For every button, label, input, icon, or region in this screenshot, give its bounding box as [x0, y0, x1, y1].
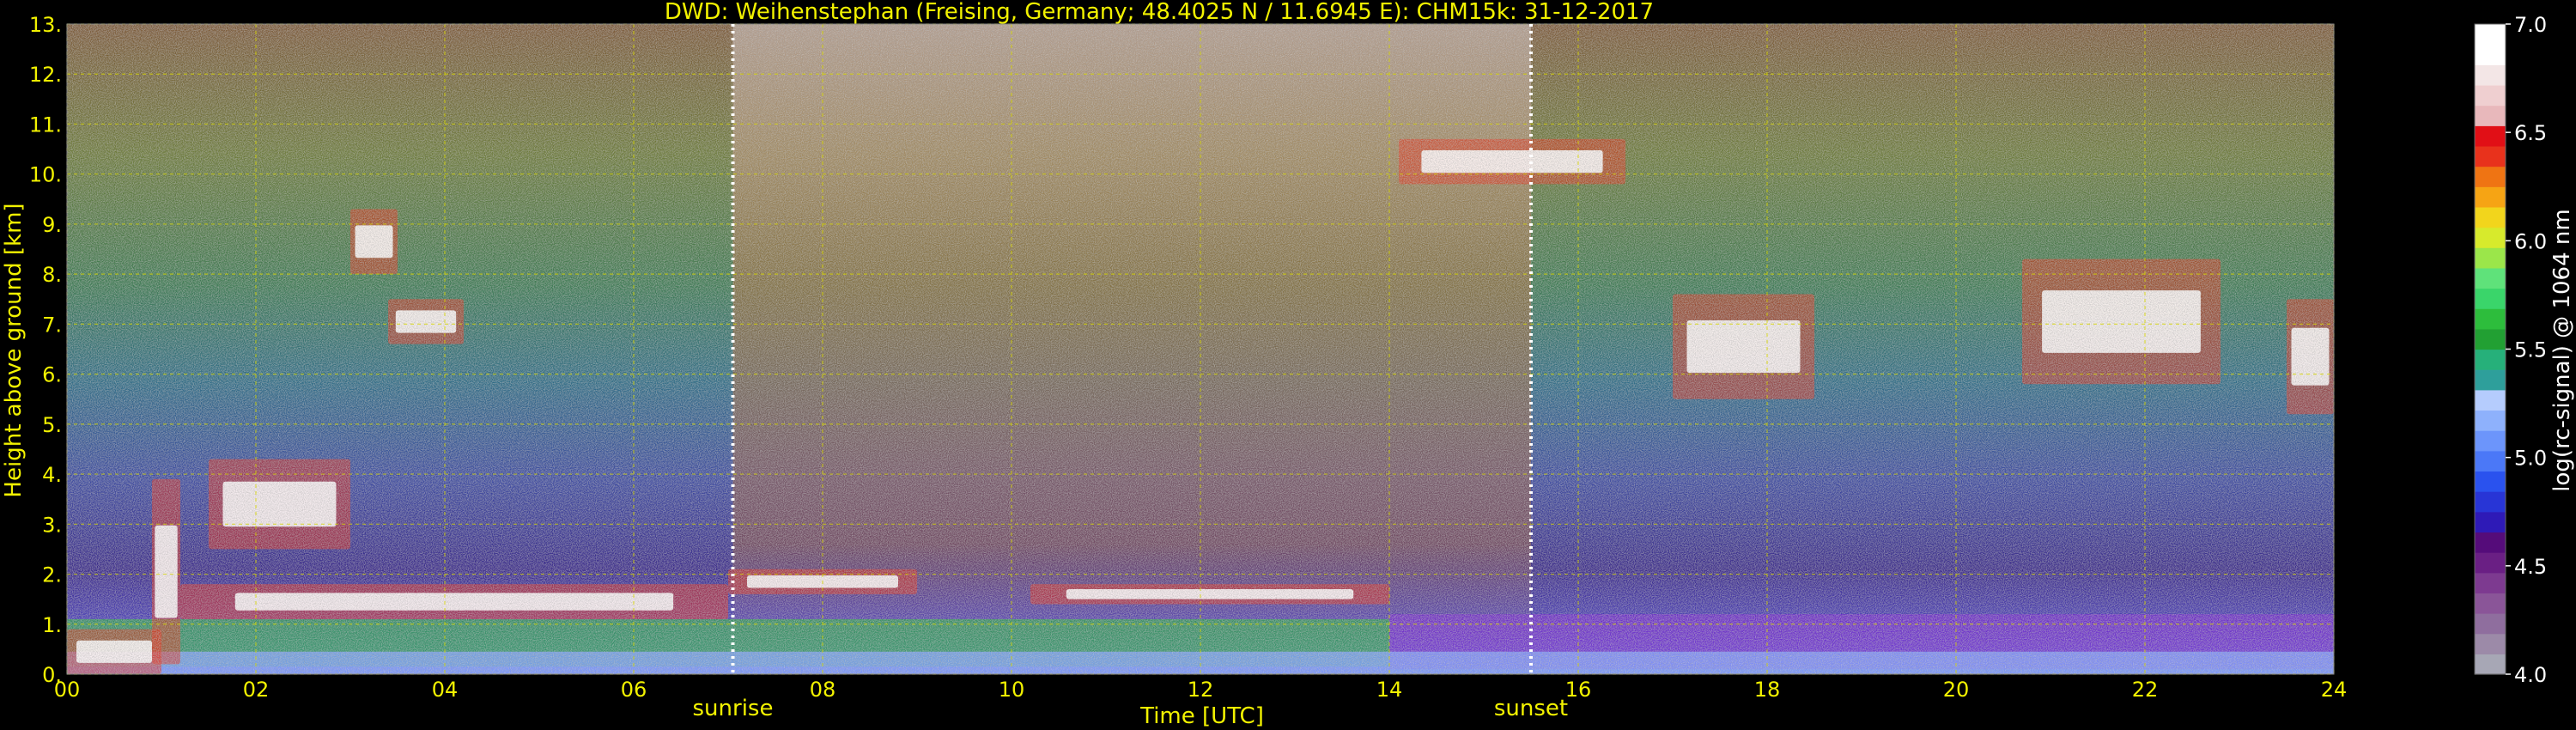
- y-axis-ticks: 0. 1. 2. 3. 4. 5. 6. 7. 8. 9. 10. 11. 12. 13.: [29, 13, 62, 687]
- colorbar-segment: [2475, 105, 2506, 126]
- colorbar-segment: [2475, 633, 2506, 654]
- colorbar-segment: [2475, 206, 2506, 228]
- x-tick-label: 16: [1565, 678, 1592, 702]
- sunrise-label: sunrise: [693, 696, 774, 721]
- y-tick-label: 10.: [29, 163, 62, 187]
- colorbar-segment: [2475, 247, 2506, 269]
- x-tick-label: 12: [1188, 678, 1214, 702]
- y-tick-label: 5.: [42, 413, 62, 437]
- colorbar-segment: [2475, 654, 2506, 675]
- x-axis-ticks: 00 02 04 06 08 10 12 14 16 18 20 22 24: [54, 678, 2348, 702]
- colorbar-segment: [2475, 572, 2506, 593]
- colorbar-segment: [2475, 349, 2506, 370]
- colorbar-segment: [2475, 450, 2506, 472]
- colorbar-segment: [2475, 44, 2506, 65]
- colorbar-segment: [2475, 532, 2506, 553]
- colorbar-ticks: 4.0 4.5 5.0 5.5 6.0 6.5 7.0: [2506, 13, 2547, 687]
- colorbar-segment: [2475, 410, 2506, 431]
- colorbar-segment: [2475, 24, 2506, 46]
- x-tick-label: 20: [1943, 678, 1970, 702]
- y-tick-label: 9.: [42, 213, 62, 237]
- x-tick-label: 18: [1754, 678, 1781, 702]
- x-tick-label: 14: [1376, 678, 1403, 702]
- x-tick-label: 08: [810, 678, 836, 702]
- colorbar-segment: [2475, 166, 2506, 187]
- y-tick-label: 8.: [42, 263, 62, 287]
- y-tick-label: 3.: [42, 513, 62, 537]
- colorbar-segment: [2475, 84, 2506, 106]
- x-tick-label: 10: [999, 678, 1025, 702]
- colorbar-tick-label: 4.5: [2514, 555, 2547, 579]
- colorbar-tick-label: 5.0: [2514, 447, 2547, 471]
- y-tick-label: 0.: [42, 663, 62, 687]
- colorbar: [2474, 23, 2506, 675]
- colorbar-segment: [2475, 328, 2506, 350]
- colorbar-label: log(rc-signal) @ 1064 nm: [2549, 209, 2575, 491]
- y-tick-label: 1.: [42, 613, 62, 637]
- colorbar-segment: [2475, 552, 2506, 574]
- y-tick-label: 12.: [29, 63, 62, 87]
- colorbar-tick-label: 4.0: [2514, 663, 2547, 687]
- colorbar-segment: [2475, 369, 2506, 391]
- y-tick-label: 13.: [29, 13, 62, 37]
- y-tick-label: 6.: [42, 363, 62, 387]
- colorbar-segment: [2475, 430, 2506, 452]
- chart-title: DWD: Weihenstephan (Freising, Germany; 4…: [665, 0, 1654, 25]
- x-tick-label: 06: [621, 678, 647, 702]
- colorbar-tick-label: 6.0: [2514, 229, 2547, 253]
- x-tick-label: 22: [2132, 678, 2159, 702]
- colorbar-segment: [2475, 471, 2506, 492]
- colorbar-segment: [2475, 288, 2506, 309]
- x-tick-label: 24: [2321, 678, 2348, 702]
- colorbar-segment: [2475, 613, 2506, 635]
- colorbar-segment: [2475, 186, 2506, 208]
- y-tick-label: 2.: [42, 563, 62, 587]
- sunset-label: sunset: [1494, 696, 1568, 721]
- colorbar-segment: [2475, 267, 2506, 289]
- y-tick-label: 11.: [29, 113, 62, 137]
- colorbar-segment: [2475, 125, 2506, 147]
- x-tick-label: 04: [432, 678, 459, 702]
- x-axis-label: Time [UTC]: [1139, 703, 1264, 729]
- colorbar-segment: [2475, 593, 2506, 614]
- x-tick-label: 02: [243, 678, 270, 702]
- colorbar-tick-label: 5.5: [2514, 338, 2547, 362]
- colorbar-segment: [2475, 64, 2506, 86]
- ceilometer-chart: 00 02 04 06 08 10 12 14 16 18 20 22 24 0.1.2.3.4.5.6…: [1, 0, 2575, 729]
- colorbar-tick-label: 7.0: [2514, 13, 2547, 37]
- colorbar-segment: [2475, 491, 2506, 513]
- y-tick-label: 7.: [42, 313, 62, 337]
- colorbar-tick-label: 6.5: [2514, 121, 2547, 145]
- colorbar-segment: [2475, 145, 2506, 167]
- colorbar-segment: [2475, 389, 2506, 411]
- y-axis-label: Height above ground [km]: [1, 203, 27, 497]
- y-tick-label: 4.: [42, 463, 62, 487]
- colorbar-segment: [2475, 511, 2506, 533]
- colorbar-segment: [2475, 308, 2506, 330]
- colorbar-segment: [2475, 227, 2506, 248]
